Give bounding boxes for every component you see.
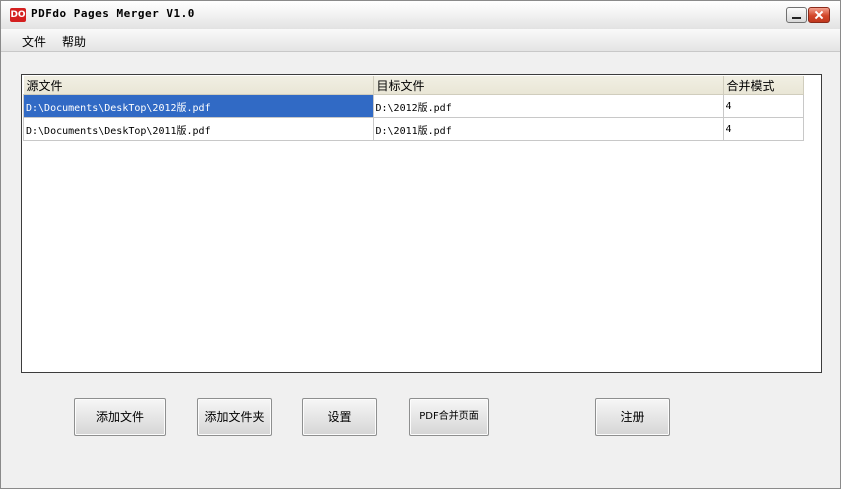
table-row[interactable]: D:\Documents\DeskTop\2011版.pdf D:\2011版.… (23, 117, 804, 141)
register-button[interactable]: 注册 (595, 398, 670, 436)
add-file-button[interactable]: 添加文件 (74, 398, 166, 436)
cell-source[interactable]: D:\Documents\DeskTop\2011版.pdf (23, 117, 374, 141)
merge-pages-button[interactable]: PDF合并页面 (409, 398, 489, 436)
table-row[interactable]: D:\Documents\DeskTop\2012版.pdf D:\2012版.… (23, 94, 804, 118)
cell-target[interactable]: D:\2012版.pdf (372, 94, 724, 118)
pdfdo-app-icon: DO (10, 8, 26, 22)
menu-file[interactable]: 文件 (22, 33, 46, 50)
minimize-button[interactable] (786, 7, 807, 23)
column-header-source[interactable]: 源文件 (23, 76, 374, 95)
settings-button[interactable]: 设置 (302, 398, 377, 436)
file-table: 源文件 目标文件 合并模式 D:\Documents\DeskTop\2012版… (23, 76, 804, 141)
cell-mode[interactable]: 4 (722, 117, 804, 141)
menu-help[interactable]: 帮助 (62, 33, 86, 50)
menu-bar: 文件 帮助 (1, 29, 840, 52)
file-list[interactable]: 源文件 目标文件 合并模式 D:\Documents\DeskTop\2012版… (21, 74, 822, 373)
close-button[interactable] (808, 7, 830, 23)
add-folder-button[interactable]: 添加文件夹 (197, 398, 272, 436)
cell-target[interactable]: D:\2011版.pdf (372, 117, 724, 141)
table-header-row: 源文件 目标文件 合并模式 (23, 76, 804, 95)
cell-mode[interactable]: 4 (722, 94, 804, 118)
title-bar[interactable]: DO PDFdo Pages Merger V1.0 (1, 1, 840, 29)
cell-source[interactable]: D:\Documents\DeskTop\2012版.pdf (23, 94, 374, 118)
column-header-mode[interactable]: 合并模式 (723, 76, 804, 95)
window-title: PDFdo Pages Merger V1.0 (31, 7, 195, 20)
app-window: DO PDFdo Pages Merger V1.0 文件 帮助 源文件 目标文… (0, 0, 841, 489)
column-header-target[interactable]: 目标文件 (373, 76, 724, 95)
